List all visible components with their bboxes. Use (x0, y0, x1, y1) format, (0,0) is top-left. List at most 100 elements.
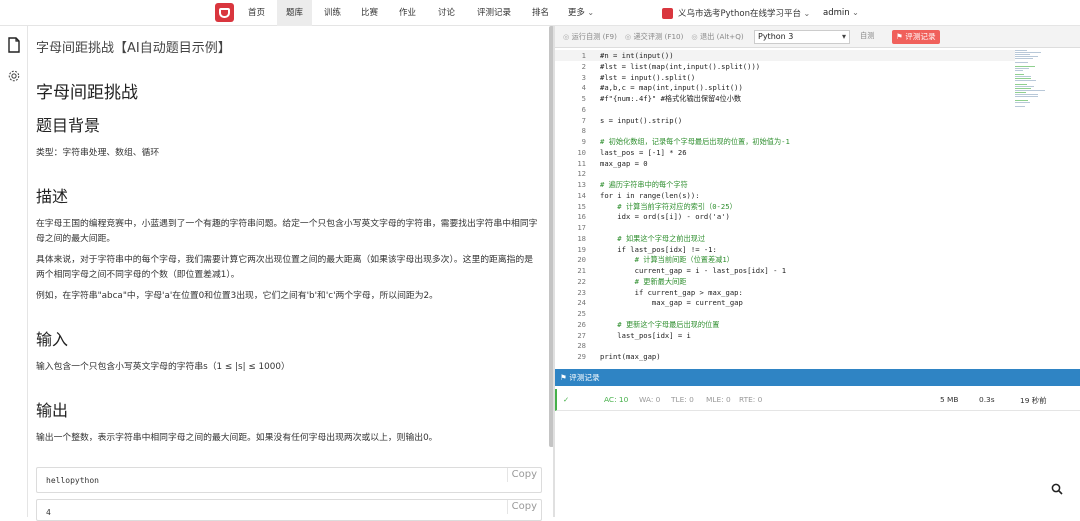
nav-records[interactable]: 评测记录 (472, 0, 516, 26)
code-text: max_gap = current_gap (600, 298, 743, 308)
code-line[interactable]: 16 idx = ord(s[i]) - ord('a') (555, 211, 1015, 222)
line-number: 24 (577, 298, 586, 308)
record-when: 19 秒前 (1020, 396, 1047, 405)
minimap-line (1015, 70, 1023, 71)
copy-sample-output-button[interactable]: Copy (506, 500, 537, 514)
code-line[interactable]: 23 if current_gap > max_gap: (555, 287, 1015, 298)
code-line[interactable]: 15 # 计算当前字符对应的索引（0-25） (555, 201, 1015, 212)
minimap-line (1015, 66, 1035, 67)
code-text: # 遍历字符串中的每个字符 (600, 180, 688, 189)
search-icon[interactable] (1051, 483, 1063, 495)
submit-button[interactable]: 递交评测 (F10) (625, 32, 683, 42)
code-text: # 更新这个字母最后出现的位置 (600, 319, 720, 329)
code-line[interactable]: 17 (555, 222, 1015, 233)
line-number: 9 (581, 137, 586, 146)
line-number: 27 (577, 330, 586, 340)
code-line[interactable]: 26 # 更新这个字母最后出现的位置 (555, 319, 1015, 330)
code-text: last_pos[idx] = i (600, 330, 691, 340)
description-paragraph-1: 在字母王国的编程竞赛中，小蓝遇到了一个有趣的字符串问题。给定一个只包含小写英文字… (36, 219, 538, 244)
code-line[interactable]: 13 # 遍历字符串中的每个字符 (555, 179, 1015, 190)
code-line[interactable]: 9 # 初始化数组，记录每个字母最后出现的位置，初始值为-1 (555, 136, 1015, 147)
copy-sample-input-button[interactable]: Copy (506, 468, 537, 482)
code-line[interactable]: 8 (555, 125, 1015, 136)
line-number: 8 (581, 126, 586, 136)
code-line[interactable]: 14 for i in range(len(s)): (555, 190, 1015, 201)
nav-more[interactable]: 更多 (564, 0, 598, 26)
minimap-line (1015, 74, 1025, 75)
line-number: 7 (581, 115, 586, 125)
code-line[interactable]: 29 print(max_gap) (555, 351, 1015, 362)
code-line[interactable]: 20 # 计算当前间距（位置差减1） (555, 254, 1015, 265)
code-line[interactable]: 7 s = input().strip() (555, 115, 1015, 126)
platform-switcher[interactable]: 义乌市选考Python在线学习平台 (662, 0, 810, 26)
top-nav: 首页 题库 训练 比赛 作业 讨论 评测记录 排名 更多 义乌市选考Python… (0, 0, 1080, 26)
user-menu[interactable]: admin (823, 0, 859, 26)
code-line[interactable]: 25 (555, 308, 1015, 319)
platform-icon (662, 7, 673, 19)
minimap-line (1015, 52, 1041, 53)
record-row[interactable]: ✓ AC: 10 WA: 0 TLE: 0 MLE: 0 RTE: 0 5 MB… (555, 389, 1080, 411)
code-line[interactable]: 6 (555, 104, 1015, 115)
minimap-line (1015, 50, 1027, 51)
code-editor[interactable]: 1 #n = int(input()) 2 #lst = list(map(int,i… (555, 48, 1080, 368)
code-line[interactable]: 27 last_pos[idx] = i (555, 330, 1015, 341)
code-line[interactable]: 11 max_gap = 0 (555, 158, 1015, 169)
code-line[interactable]: 28 (555, 340, 1015, 351)
code-text: # 更新最大间距 (600, 276, 687, 286)
nav-home[interactable]: 首页 (240, 0, 273, 26)
code-line[interactable]: 22 # 更新最大间距 (555, 276, 1015, 287)
code-minimap[interactable] (1015, 50, 1051, 107)
code-text: # 如果这个字母之前出现过 (600, 233, 706, 243)
code-text: print(max_gap) (600, 352, 661, 361)
code-line[interactable]: 1 #n = int(input()) (555, 50, 1015, 61)
code-line[interactable]: 21 current_gap = i - last_pos[idx] - 1 (555, 265, 1015, 276)
line-number: 3 (581, 72, 586, 82)
output-text: 输出一个整数，表示字符串中相同字母之间的最大间距。如果没有任何字母出现两次或以上… (36, 433, 438, 443)
judge-records-button[interactable]: ⚑ 评测记录 (892, 30, 940, 44)
line-number: 19 (577, 244, 586, 254)
nav-homework[interactable]: 作业 (391, 0, 424, 26)
problem-type: 类型：字符串处理、数组、循环 (36, 148, 160, 158)
code-text: for i in range(len(s)): (600, 190, 700, 200)
line-number: 26 (577, 319, 586, 329)
records-header[interactable]: ⚑ 评测记录 (555, 369, 1080, 386)
line-number: 1 (581, 51, 586, 60)
platform-name: 义乌市选考Python在线学习平台 (678, 7, 810, 19)
minimap-line (1015, 54, 1031, 55)
language-select[interactable]: Python 3 (754, 30, 850, 44)
code-text: last_pos = [-1] * 26 (600, 147, 687, 157)
nav-problems[interactable]: 题库 (277, 0, 312, 26)
code-line[interactable]: 19 if last_pos[idx] != -1: (555, 244, 1015, 255)
code-line[interactable]: 4 #a,b,c = map(int,input().split()) (555, 82, 1015, 93)
code-text: # 计算当前字符对应的索引（0-25） (600, 201, 737, 211)
nav-contest[interactable]: 比赛 (353, 0, 386, 26)
nav-discussion[interactable]: 讨论 (430, 0, 463, 26)
code-line[interactable]: 5 #f"{num:.4f}" #格式化输出保留4位小数 (555, 93, 1015, 104)
code-text: s = input().strip() (600, 115, 683, 125)
run-test-button[interactable]: 运行自测 (F9) (563, 32, 617, 42)
code-line[interactable]: 24 max_gap = current_gap (555, 297, 1015, 308)
minimap-line (1015, 78, 1032, 79)
sample-input-box: hellopython Copy (36, 467, 542, 493)
code-text: # 计算当前间距（位置差减1） (600, 255, 734, 265)
code-text: #a,b,c = map(int,input().split()) (600, 83, 743, 93)
site-logo[interactable] (215, 3, 234, 22)
code-line[interactable]: 10 last_pos = [-1] * 26 (555, 147, 1015, 158)
code-line[interactable]: 2 #lst = list(map(int,input().split())) (555, 61, 1015, 72)
code-line[interactable]: 3 #lst = input().split() (555, 72, 1015, 83)
settings-gear-icon[interactable] (7, 68, 21, 84)
exit-button[interactable]: 退出 (Alt+Q) (691, 32, 744, 42)
code-text: current_gap = i - last_pos[idx] - 1 (600, 266, 787, 275)
document-icon[interactable] (7, 37, 21, 53)
code-line[interactable]: 12 (555, 168, 1015, 179)
line-number: 13 (577, 180, 586, 189)
minimap-line (1015, 68, 1029, 69)
nav-ranking[interactable]: 排名 (524, 0, 557, 26)
code-line[interactable]: 18 # 如果这个字母之前出现过 (555, 233, 1015, 244)
self-test-toggle[interactable]: 自测 (860, 31, 874, 41)
nav-training[interactable]: 训练 (316, 0, 349, 26)
sample-input-value: hellopython (46, 476, 99, 485)
record-tle: TLE: 0 (671, 395, 694, 404)
input-heading: 输入 (36, 330, 69, 349)
minimap-line (1015, 58, 1034, 59)
